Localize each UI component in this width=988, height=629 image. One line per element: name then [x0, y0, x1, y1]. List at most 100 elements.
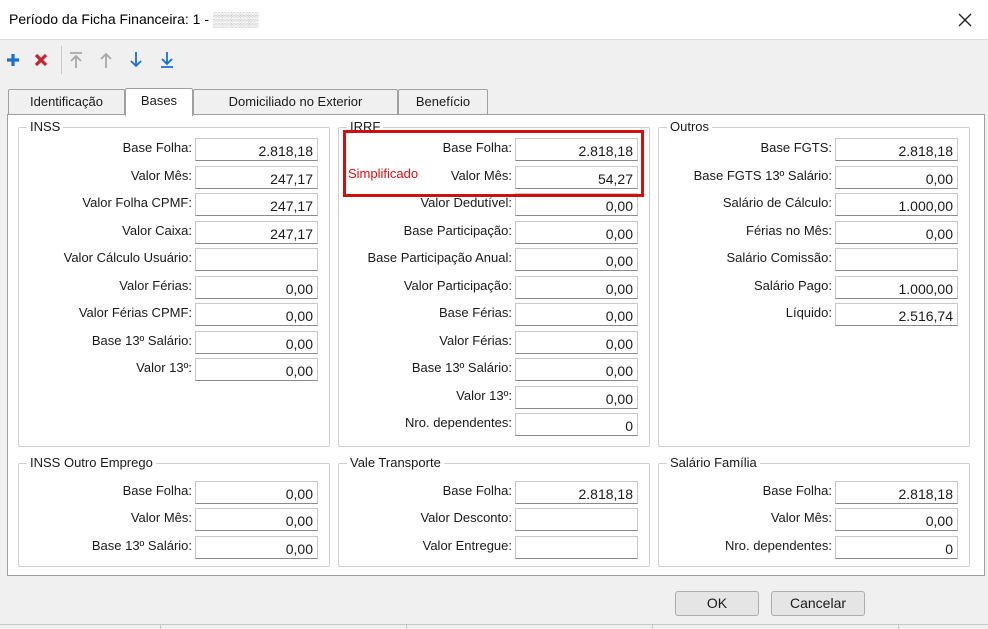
label-irrf-valor-participacao: Valor Participação: [403, 278, 512, 293]
label-outros-salario-calculo: Salário de Cálculo: [722, 195, 832, 210]
field-irrf-nro-dependentes[interactable]: 0 [515, 413, 638, 436]
field-irrf-base-participacao[interactable]: 0,00 [515, 221, 638, 244]
field-inss-valor-folha-cpmf[interactable]: 247,17 [195, 193, 318, 216]
status-separator [652, 624, 653, 629]
label-sf-valor-mes: Valor Mês: [770, 510, 832, 525]
move-up-icon [100, 52, 112, 68]
group-title-salario-familia: Salário Família [667, 455, 760, 471]
label-inss-valor-ferias: Valor Férias: [119, 278, 192, 293]
label-outros-liquido: Líquido: [785, 305, 832, 320]
add-icon [7, 54, 19, 66]
label-inss-outro-base-13: Base 13º Salário: [91, 538, 192, 553]
field-inss-valor-mes[interactable]: 247,17 [195, 166, 318, 189]
move-down-icon [130, 52, 142, 68]
field-inss-valor-caixa[interactable]: 247,17 [195, 221, 318, 244]
field-inss-base-folha[interactable]: 2.818,18 [195, 138, 318, 161]
label-irrf-base-participacao-anual: Base Participação Anual: [367, 250, 512, 265]
field-irrf-base-13-salario[interactable]: 0,00 [515, 358, 638, 381]
status-bar [0, 624, 988, 629]
label-inss-valor-caixa: Valor Caixa: [122, 223, 192, 238]
move-first-icon [70, 52, 82, 68]
label-sf-base-folha: Base Folha: [762, 483, 832, 498]
label-inss-valor-calculo-usuario: Valor Cálculo Usuário: [63, 250, 192, 265]
field-sf-nro-dependentes[interactable]: 0 [835, 536, 958, 559]
close-button[interactable] [946, 6, 984, 34]
label-outros-base-fgts: Base FGTS: [760, 140, 832, 155]
field-vt-base-folha[interactable]: 2.818,18 [515, 481, 638, 504]
group-title-outros: Outros [667, 119, 713, 135]
field-irrf-valor-ferias[interactable]: 0,00 [515, 331, 638, 354]
field-inss-base-13-salario[interactable]: 0,00 [195, 331, 318, 354]
group-title-inss-outro-emprego: INSS Outro Emprego [27, 455, 156, 471]
label-irrf-base-13-salario: Base 13º Salário: [411, 360, 512, 375]
tab-beneficio[interactable]: Benefício [398, 89, 488, 115]
field-outros-base-fgts[interactable]: 2.818,18 [835, 138, 958, 161]
tab-identificacao[interactable]: Identificação [8, 89, 125, 115]
label-inss-base-folha: Base Folha: [122, 140, 192, 155]
field-outros-salario-calculo[interactable]: 1.000,00 [835, 193, 958, 216]
field-sf-valor-mes[interactable]: 0,00 [835, 508, 958, 531]
move-first-button[interactable] [65, 48, 87, 72]
group-title-vale-transporte: Vale Transporte [347, 455, 444, 471]
title-bar: Período da Ficha Financeira: 1 - ▒▒▒▒▒ [0, 0, 988, 40]
group-salario-familia: Salário Família Base Folha: 2.818,18 Val… [658, 455, 970, 567]
move-last-button[interactable] [156, 48, 178, 72]
group-irrf: IRRF Simplificado Base Folha: 2.818,18 V… [338, 119, 650, 447]
label-irrf-base-participacao: Base Participação: [403, 223, 512, 238]
label-irrf-nro-dependentes: Nro. dependentes: [405, 415, 512, 430]
field-irrf-base-folha[interactable]: 2.818,18 [515, 138, 638, 161]
delete-button[interactable] [30, 48, 52, 72]
field-irrf-valor-13[interactable]: 0,00 [515, 386, 638, 409]
field-inss-valor-ferias-cpmf[interactable]: 0,00 [195, 303, 318, 326]
label-inss-valor-mes: Valor Mês: [130, 168, 192, 183]
label-vt-valor-desconto: Valor Desconto: [420, 510, 512, 525]
field-irrf-valor-participacao[interactable]: 0,00 [515, 276, 638, 299]
field-outros-ferias-mes[interactable]: 0,00 [835, 221, 958, 244]
field-outros-base-fgts-13[interactable]: 0,00 [835, 166, 958, 189]
field-inss-outro-base-folha[interactable]: 0,00 [195, 481, 318, 504]
label-irrf-valor-13: Valor 13º: [456, 388, 512, 403]
label-irrf-valor-dedutivel: Valor Dedutível: [420, 195, 512, 210]
window-title-text: Período da Ficha Financeira: 1 - [9, 11, 213, 27]
field-irrf-base-participacao-anual[interactable]: 0,00 [515, 248, 638, 271]
add-button[interactable] [2, 48, 24, 72]
field-inss-valor-13[interactable]: 0,00 [195, 358, 318, 381]
group-outros: Outros Base FGTS: 2.818,18 Base FGTS 13º… [658, 119, 970, 447]
label-inss-valor-ferias-cpmf: Valor Férias CPMF: [78, 305, 192, 320]
simplificado-label: Simplificado [348, 166, 419, 181]
tab-bases[interactable]: Bases [125, 88, 193, 116]
field-inss-outro-base-13[interactable]: 0,00 [195, 536, 318, 559]
move-up-button[interactable] [95, 48, 117, 72]
group-title-irrf: IRRF [347, 119, 384, 135]
label-sf-nro-dependentes: Nro. dependentes: [725, 538, 832, 553]
status-separator [406, 624, 407, 629]
field-irrf-valor-dedutivel[interactable]: 0,00 [515, 193, 638, 216]
label-inss-base-13-salario: Base 13º Salário: [91, 333, 192, 348]
field-outros-salario-pago[interactable]: 1.000,00 [835, 276, 958, 299]
field-vt-valor-desconto[interactable] [515, 508, 638, 531]
label-outros-base-fgts-13: Base FGTS 13º Salário: [693, 168, 832, 183]
label-irrf-valor-mes: Valor Mês: [450, 168, 512, 183]
cancel-button[interactable]: Cancelar [771, 591, 865, 616]
move-last-icon [161, 52, 173, 68]
field-sf-base-folha[interactable]: 2.818,18 [835, 481, 958, 504]
field-inss-outro-valor-mes[interactable]: 0,00 [195, 508, 318, 531]
label-irrf-base-ferias: Base Férias: [439, 305, 512, 320]
ok-button[interactable]: OK [675, 591, 759, 616]
field-irrf-valor-mes[interactable]: 54,27 [515, 166, 638, 189]
label-outros-ferias-mes: Férias no Mês: [746, 223, 832, 238]
label-outros-salario-pago: Salário Pago: [753, 278, 832, 293]
field-inss-valor-calculo-usuario[interactable] [195, 248, 318, 271]
label-inss-outro-base-folha: Base Folha: [122, 483, 192, 498]
label-irrf-base-folha: Base Folha: [442, 140, 512, 155]
field-inss-valor-ferias[interactable]: 0,00 [195, 276, 318, 299]
field-outros-salario-comissao[interactable] [835, 248, 958, 271]
field-irrf-base-ferias[interactable]: 0,00 [515, 303, 638, 326]
move-down-button[interactable] [125, 48, 147, 72]
label-irrf-valor-ferias: Valor Férias: [439, 333, 512, 348]
field-outros-liquido[interactable]: 2.516,74 [835, 303, 958, 326]
tab-domiciliado-exterior[interactable]: Domiciliado no Exterior [193, 89, 398, 115]
field-vt-valor-entregue[interactable] [515, 536, 638, 559]
redacted-name: ▒▒▒▒▒ [212, 11, 259, 27]
label-inss-valor-folha-cpmf: Valor Folha CPMF: [82, 195, 192, 210]
